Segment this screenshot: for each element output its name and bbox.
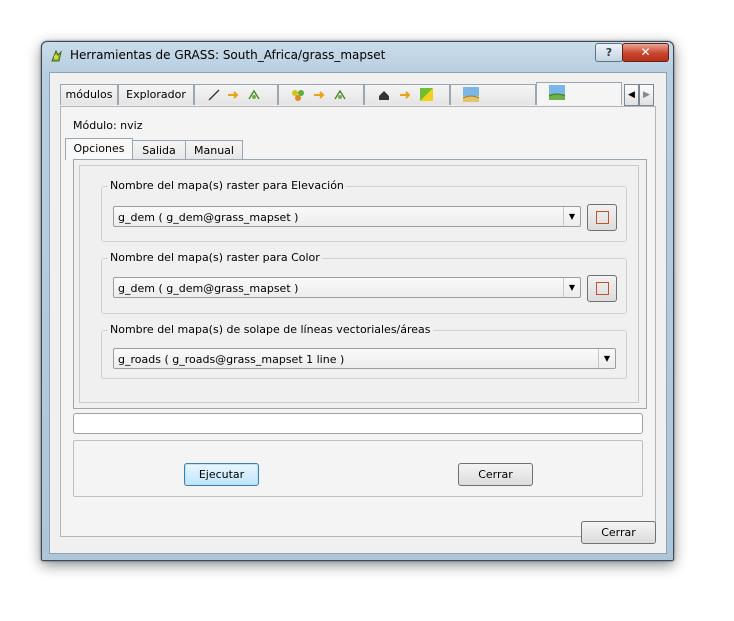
title-bar[interactable]: Herramientas de GRASS: South_Africa/gras… — [42, 42, 673, 68]
tabs-scroll-left-button[interactable]: ◀ — [624, 84, 639, 106]
dialog-client-area: módulos Explorador ◀ ▶ Módulo: nviz Opci… — [49, 72, 667, 554]
run-button[interactable]: Ejecutar — [184, 463, 259, 486]
tab-module-landscape[interactable] — [450, 84, 536, 105]
progress-bar — [73, 413, 643, 434]
tab-options[interactable]: Opciones — [65, 138, 133, 160]
options-panel: Nombre del mapa(s) raster para Elevación… — [73, 159, 647, 409]
color-label: Nombre del mapa(s) raster para Color — [108, 251, 322, 264]
close-dialog-button[interactable]: Cerrar — [581, 521, 656, 544]
arrow-icon — [314, 91, 325, 99]
options-inner-frame: Nombre del mapa(s) raster para Elevación… — [79, 165, 639, 403]
qgis-app-icon — [51, 49, 62, 62]
color-value: g_dem ( g_dem@grass_mapset ) — [118, 282, 299, 295]
arrow-icon — [228, 91, 239, 99]
window-title: Herramientas de GRASS: South_Africa/gras… — [70, 48, 386, 62]
color-select[interactable]: g_dem ( g_dem@grass_mapset ) ▼ — [113, 277, 581, 298]
house-icon — [379, 91, 389, 100]
close-module-button[interactable]: Cerrar — [458, 463, 533, 486]
action-buttons-frame: Ejecutar Cerrar — [73, 440, 643, 497]
raster-icon — [420, 88, 433, 101]
module-name-label: Módulo: nviz — [73, 119, 143, 132]
region-square-icon — [596, 211, 609, 224]
elevation-value: g_dem ( g_dem@grass_mapset ) — [118, 211, 299, 224]
chevron-down-icon: ▼ — [563, 278, 580, 297]
elevation-group: Nombre del mapa(s) raster para Elevación… — [101, 179, 627, 242]
vector-icon — [334, 89, 346, 100]
tab-manual[interactable]: Manual — [185, 140, 243, 160]
vector-value: g_roads ( g_roads@grass_mapset 1 line ) — [118, 353, 345, 366]
tab-explorer[interactable]: Explorador — [118, 84, 194, 105]
vector-select[interactable]: g_roads ( g_roads@grass_mapset 1 line ) … — [113, 348, 616, 369]
vector-group: Nombre del mapa(s) de solape de líneas v… — [101, 323, 627, 379]
points-icon — [292, 90, 304, 101]
elevation-label: Nombre del mapa(s) raster para Elevación — [108, 179, 346, 192]
landscape-icon — [463, 87, 479, 102]
tab-module-nviz[interactable] — [536, 82, 622, 105]
tabs-scroll-right-button[interactable]: ▶ — [639, 84, 654, 106]
grass-tools-window: Herramientas de GRASS: South_Africa/gras… — [41, 41, 674, 561]
tab-modules[interactable]: módulos — [60, 84, 118, 105]
vector-label: Nombre del mapa(s) de solape de líneas v… — [108, 323, 433, 336]
tab-module-line-to-vector[interactable] — [194, 84, 278, 105]
window-close-button[interactable]: ✕ — [622, 43, 669, 62]
color-group: Nombre del mapa(s) raster para Color g_d… — [101, 251, 627, 314]
module-page: Módulo: nviz Opciones Salida Manual Nomb… — [60, 106, 656, 537]
chevron-down-icon: ▼ — [598, 349, 615, 368]
help-button[interactable]: ? — [595, 43, 623, 62]
landscape-icon — [549, 85, 565, 100]
module-tab-strip: módulos Explorador — [60, 82, 640, 106]
region-square-icon — [596, 282, 609, 295]
arrow-icon — [400, 91, 411, 99]
elevation-select[interactable]: g_dem ( g_dem@grass_mapset ) ▼ — [113, 206, 581, 227]
tab-output[interactable]: Salida — [132, 140, 186, 160]
tab-module-points-to-vector[interactable] — [278, 84, 364, 105]
line-icon — [208, 89, 220, 101]
color-region-button[interactable] — [587, 275, 617, 302]
vector-icon — [248, 89, 260, 100]
chevron-down-icon: ▼ — [563, 207, 580, 226]
elevation-region-button[interactable] — [587, 204, 617, 231]
tab-module-house-to-raster[interactable] — [364, 84, 450, 105]
